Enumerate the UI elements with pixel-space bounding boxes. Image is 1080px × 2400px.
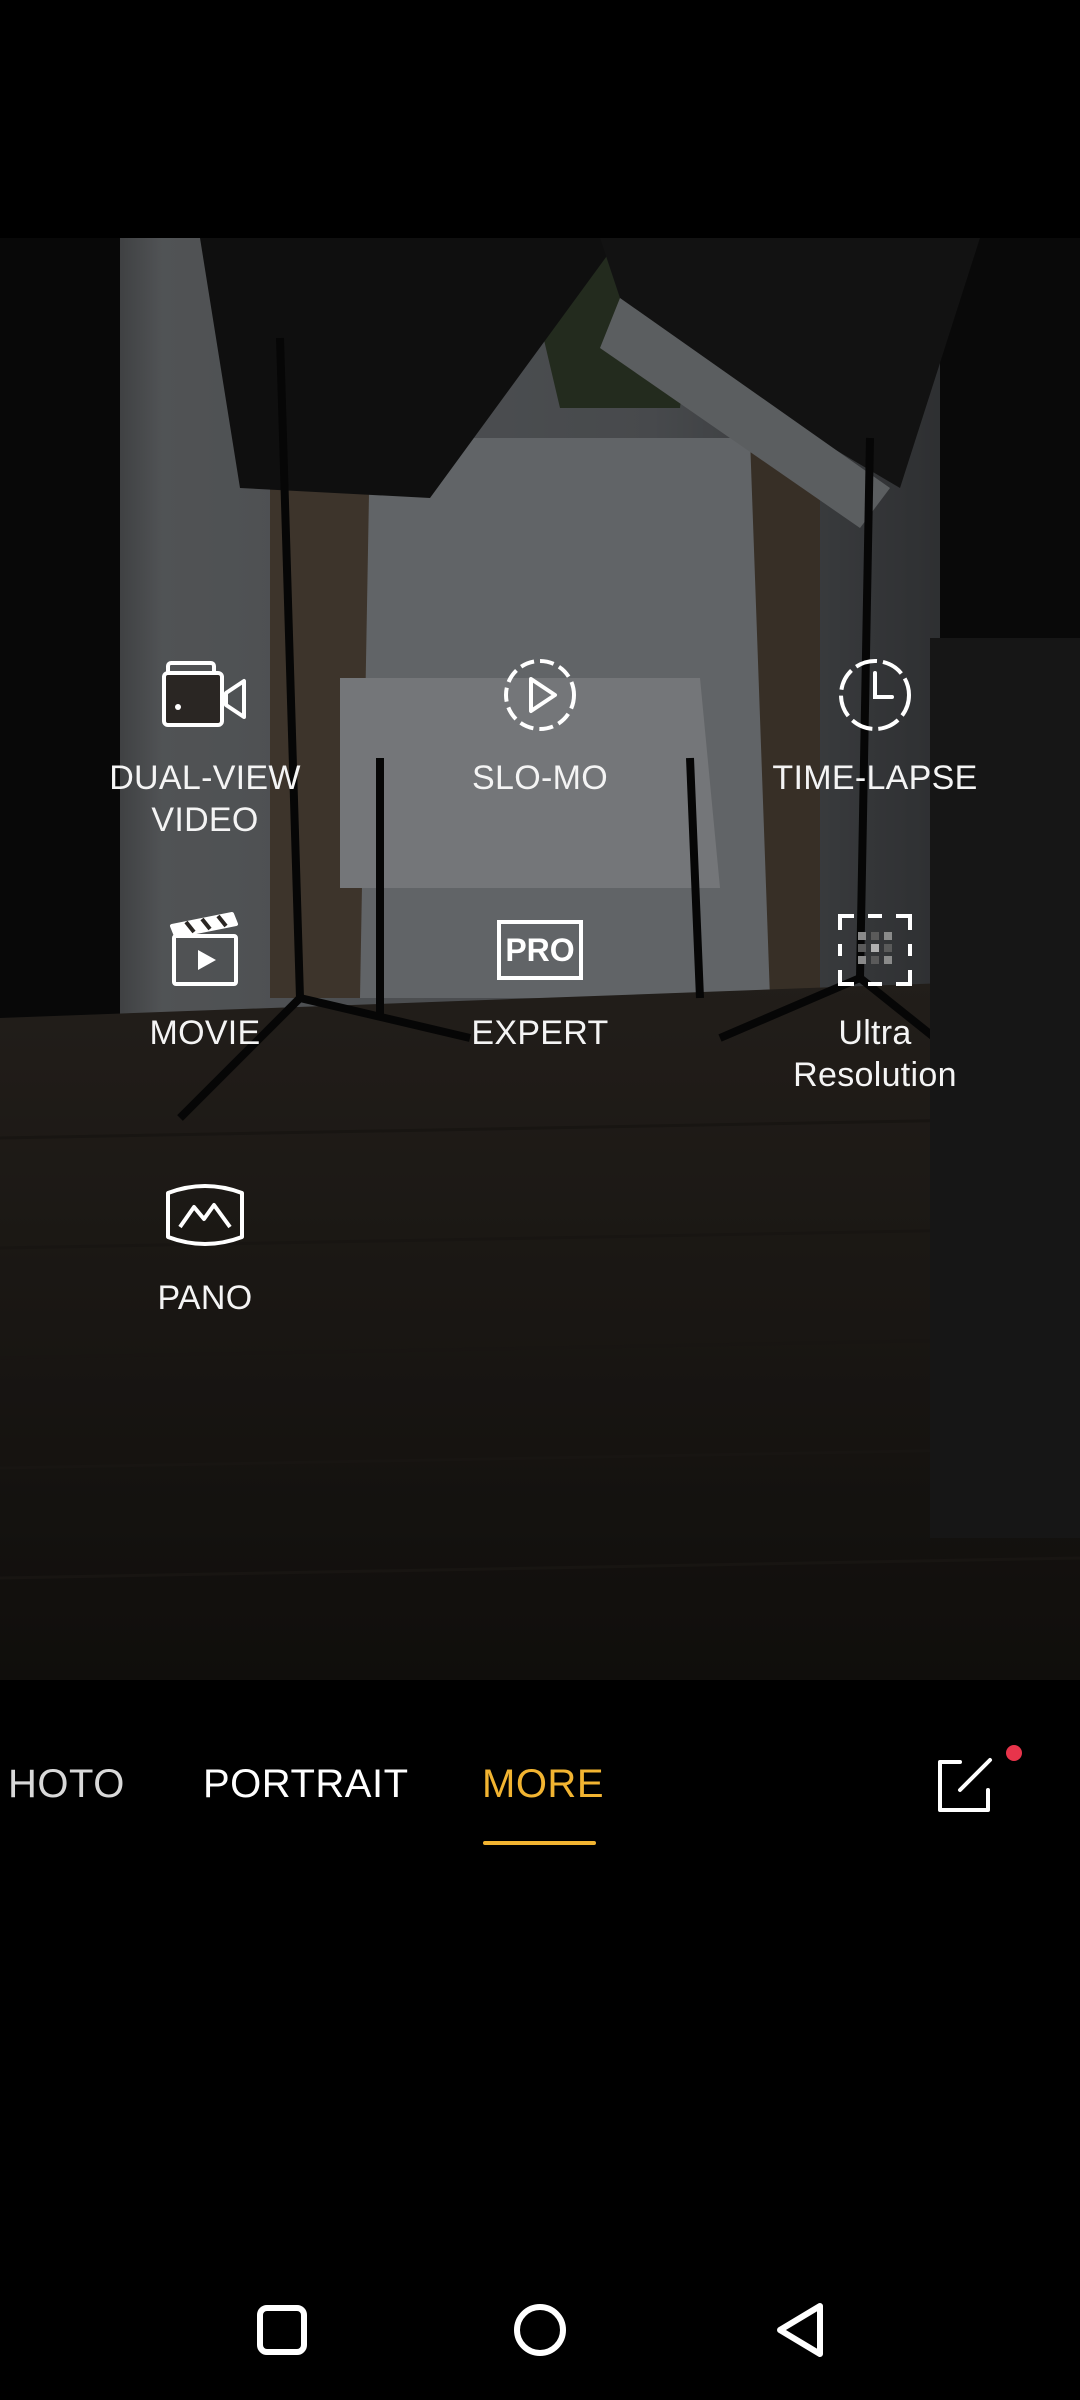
pro-icon: PRO: [497, 920, 583, 980]
mode-label: TIME-LAPSE: [772, 759, 978, 797]
mode-time-lapse[interactable]: TIME-LAPSE: [710, 655, 1040, 799]
square-recents-icon[interactable]: [222, 2270, 342, 2390]
mode-selector-bar: HOTO PORTRAIT MORE: [0, 1680, 1080, 1900]
dual-view-video-icon: [162, 661, 246, 727]
slow-motion-icon: [504, 659, 576, 731]
edit-icon[interactable]: [930, 1750, 1000, 1820]
mode-expert[interactable]: PRO EXPERT: [375, 910, 705, 1054]
mode-label: MOVIE: [149, 1014, 261, 1052]
movie-clapperboard-icon: [170, 912, 238, 986]
circle-home-icon[interactable]: [480, 2270, 600, 2390]
panorama-icon: [166, 1184, 244, 1246]
system-navigation-bar: [0, 2270, 1080, 2400]
tab-portrait[interactable]: PORTRAIT: [203, 1760, 409, 1808]
mode-pano[interactable]: PANO: [40, 1175, 370, 1319]
tab-more[interactable]: MORE: [482, 1760, 604, 1808]
mode-label: DUAL-VIEW VIDEO: [109, 759, 301, 839]
mode-movie[interactable]: MOVIE: [40, 910, 370, 1054]
ultra-resolution-icon: [838, 914, 912, 986]
notification-dot: [1006, 1745, 1022, 1761]
mode-label: Ultra Resolution: [793, 1014, 957, 1094]
triangle-back-icon[interactable]: [740, 2270, 860, 2390]
mode-slo-mo[interactable]: SLO-MO: [375, 655, 705, 799]
camera-screen: DUAL-VIEW VIDEO SLO-MO TIME-LAPSE MOVIE …: [0, 0, 1080, 2400]
time-lapse-icon: [839, 659, 911, 731]
mode-label: EXPERT: [471, 1014, 609, 1052]
active-tab-indicator: [483, 1841, 596, 1845]
mode-ultra-resolution[interactable]: Ultra Resolution: [710, 910, 1040, 1096]
pro-icon-text: PRO: [505, 932, 574, 968]
mode-label: PANO: [157, 1279, 253, 1317]
mode-dual-view-video[interactable]: DUAL-VIEW VIDEO: [40, 655, 370, 841]
mode-label: SLO-MO: [472, 759, 608, 797]
tab-photo[interactable]: HOTO: [8, 1760, 125, 1808]
